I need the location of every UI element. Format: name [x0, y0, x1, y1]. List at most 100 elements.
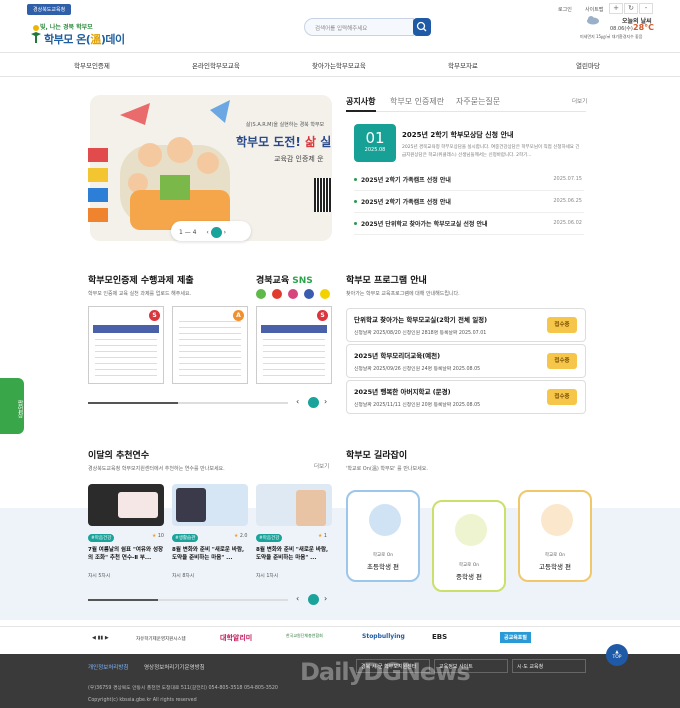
featured-notice-title[interactable]: 2025년 2학기 학부모상담 신청 안내	[402, 130, 513, 140]
prev-icon[interactable]: ‹	[206, 229, 208, 236]
guide-desc: '학교로 On(溫) 학부모' 를 만나보세요.	[346, 466, 428, 472]
notice-row[interactable]: 2025년 2학기 가족캠프 선정 안내 2025.07.15	[354, 171, 584, 191]
register-button[interactable]: 접수중	[547, 353, 577, 369]
popup-side-tab[interactable]: 팝업창	[0, 378, 24, 434]
sitemap-link[interactable]: 사이트맵	[585, 6, 603, 13]
courses-more-link[interactable]: 더보기	[314, 462, 329, 470]
nav-item-resources[interactable]: 학부모자료	[448, 60, 478, 70]
partner-logo[interactable]: 자유학기제운영지원시스템	[136, 636, 186, 642]
nav-item-open-forum[interactable]: 열린마당	[576, 60, 600, 70]
next-icon[interactable]: ›	[224, 229, 226, 236]
course-thumbnail[interactable]	[172, 484, 248, 526]
featured-notice-desc: 2025년 경북교육청 학부모상담을 실시합니다. 여중건강상담은 학부모님이 …	[402, 145, 580, 158]
guide-card-high[interactable]: 학교로 On 고등학생 편	[518, 490, 592, 582]
tab-notice[interactable]: 공지사항	[346, 96, 375, 107]
weather-date: 08.06(수)	[610, 26, 633, 32]
bullet-icon	[354, 200, 357, 203]
hero-subtitle: 삶(S.A.R.M)을 실현하는 경북 학부모	[246, 122, 325, 128]
avatar	[369, 504, 401, 536]
notice-row[interactable]: 2025년 단위학교 찾아가는 학부모교실 선정 안내 2025.06.02	[354, 215, 584, 235]
program-card[interactable]: 2025년 학부모리더교육(예천) 신청날짜 2025/09/26 신청인원 24…	[346, 344, 586, 378]
tasks-next-icon[interactable]: ›	[324, 397, 327, 406]
courses-prev-icon[interactable]: ‹	[296, 594, 299, 603]
qr-code	[314, 178, 332, 212]
guide-card-elementary[interactable]: 학교로 On 초등학생 편	[346, 490, 420, 582]
partner-controls[interactable]: ◀ ▮▮ ▶	[92, 635, 109, 641]
guide-label: 학교로 On	[544, 553, 566, 558]
doc-header	[261, 325, 327, 333]
register-button[interactable]: 접수중	[547, 317, 577, 333]
doc-lines	[95, 339, 157, 379]
register-button[interactable]: 접수중	[547, 389, 577, 405]
notice-row-date: 2025.07.15	[553, 176, 582, 182]
instagram-icon[interactable]	[288, 289, 298, 299]
hero-pager: 1 — 4 ‹ ›	[171, 221, 251, 241]
zoom-out-button[interactable]: -	[639, 3, 653, 14]
program-title-text: 단위학교 찾아가는 학부모교실(2학기 전체 일정)	[354, 316, 488, 324]
course-thumbnail[interactable]	[88, 484, 164, 526]
avatar	[541, 504, 573, 536]
course-score: ★ 10	[152, 534, 164, 539]
search-input[interactable]: 검색어를 입력해주세요	[304, 18, 414, 36]
kakao-icon[interactable]	[320, 289, 330, 299]
refresh-icon[interactable]: ↻	[624, 3, 638, 14]
tasks-pause-button[interactable]	[308, 397, 319, 408]
hero-banner[interactable]	[90, 95, 332, 241]
facebook-icon[interactable]	[304, 289, 314, 299]
youtube-icon[interactable]	[272, 289, 282, 299]
notice-row-title: 2025년 2학기 가족캠프 선정 안내	[361, 177, 451, 184]
partner-logo[interactable]: 한국교원단체총연합회	[286, 633, 323, 639]
privacy-policy-link[interactable]: 개인정보처리방침	[88, 663, 128, 671]
tab-certification-info[interactable]: 학부모 인증제란	[390, 96, 444, 107]
zoom-in-button[interactable]: +	[609, 3, 623, 14]
task-card[interactable]: S	[88, 306, 164, 384]
watermark: DailyDGNews	[300, 658, 471, 686]
cctv-policy-link[interactable]: 영상정보처리기기운영방침	[144, 663, 205, 671]
edu-office-badge[interactable]: 경상북도교육청	[27, 4, 72, 15]
blog-icon[interactable]	[256, 289, 266, 299]
course-title[interactable]: 8월 변화와 준비 "새로운 바람, 도약을 준비하는 마음" ...	[256, 546, 332, 562]
footer-address: (우)36759 경상북도 안동시 풍천면 도청대로 511(갈전리) 054-…	[88, 686, 278, 691]
partner-logo[interactable]: Stopbullying	[362, 633, 405, 640]
course-title[interactable]: 7월 여름날의 쉼표 "여유와 성장의 조화" 추천 연수-Ⅱ 부...	[88, 546, 164, 562]
partner-logo[interactable]: 공교육포털	[500, 632, 532, 643]
blue-bar	[88, 188, 108, 202]
course-thumbnail[interactable]	[256, 484, 332, 526]
notice-more-link[interactable]: 더보기	[572, 97, 587, 105]
search-button[interactable]	[413, 18, 431, 36]
courses-next-icon[interactable]: ›	[324, 594, 327, 603]
footer-select-offices[interactable]: 시·도 교육청	[512, 659, 586, 673]
login-link[interactable]: 로그인	[558, 6, 572, 13]
guide-label: 학교로 On	[458, 563, 480, 568]
notice-row[interactable]: 2025년 2학기 가족캠프 선정 안내 2025.06.25	[354, 193, 584, 213]
logo-tagline[interactable]: 빛, 나는 경북 학부모	[40, 22, 93, 31]
tasks-prev-icon[interactable]: ‹	[296, 397, 299, 406]
avatar	[455, 514, 487, 546]
notice-row-date: 2025.06.02	[553, 220, 582, 226]
program-title-text: 2025년 행복한 아버지학교 (문경)	[354, 388, 451, 396]
program-title: 학부모 프로그램 안내	[346, 276, 427, 286]
task-card[interactable]: S	[256, 306, 332, 384]
courses-pause-button[interactable]	[308, 594, 319, 605]
partner-logo[interactable]: EBS	[432, 633, 447, 641]
course-score: ★ 2.0	[234, 534, 248, 539]
logo-title[interactable]: 학부모 온(溫)데이	[44, 31, 125, 47]
tab-faq[interactable]: 자주묻는질문	[456, 96, 500, 107]
scroll-top-button[interactable]: ▲ TOP	[606, 644, 628, 666]
guide-name: 고등학생 편	[539, 563, 571, 571]
task-card[interactable]: A	[172, 306, 248, 384]
hero-illustration	[120, 100, 230, 230]
nav-item-visiting-education[interactable]: 찾아가는학부모교육	[312, 60, 366, 70]
courses-desc: 경상북도교육청 학부모지원센터에서 추천하는 연수를 만나보세요.	[88, 466, 225, 472]
course-title[interactable]: 8월 변화와 준비 "새로운 바람, 도약을 준비하는 마음" ...	[172, 546, 248, 562]
guide-card-middle[interactable]: 학교로 On 중학생 편	[432, 500, 506, 592]
pause-button[interactable]	[210, 227, 222, 238]
nav-item-certification[interactable]: 학부모인증제	[74, 60, 110, 70]
program-desc: 찾아가는 학부모 교육프로그램에 대해 안내해드립니다.	[346, 291, 460, 297]
program-card[interactable]: 2025년 행복한 아버지학교 (문경) 신청날짜 2025/11/11 신청인원…	[346, 380, 586, 414]
partner-logo[interactable]: 대학알리미	[220, 633, 252, 643]
footer-copyright: Copyright(c) kbssia.gbe.kr All rights re…	[88, 698, 197, 703]
program-title-text: 2025년 학부모리더교육(예천)	[354, 352, 441, 360]
program-card[interactable]: 단위학교 찾아가는 학부모교실(2학기 전체 일정) 신청날짜 2025/08/2…	[346, 308, 586, 342]
nav-item-online-education[interactable]: 온라인학부모교육	[192, 60, 240, 70]
